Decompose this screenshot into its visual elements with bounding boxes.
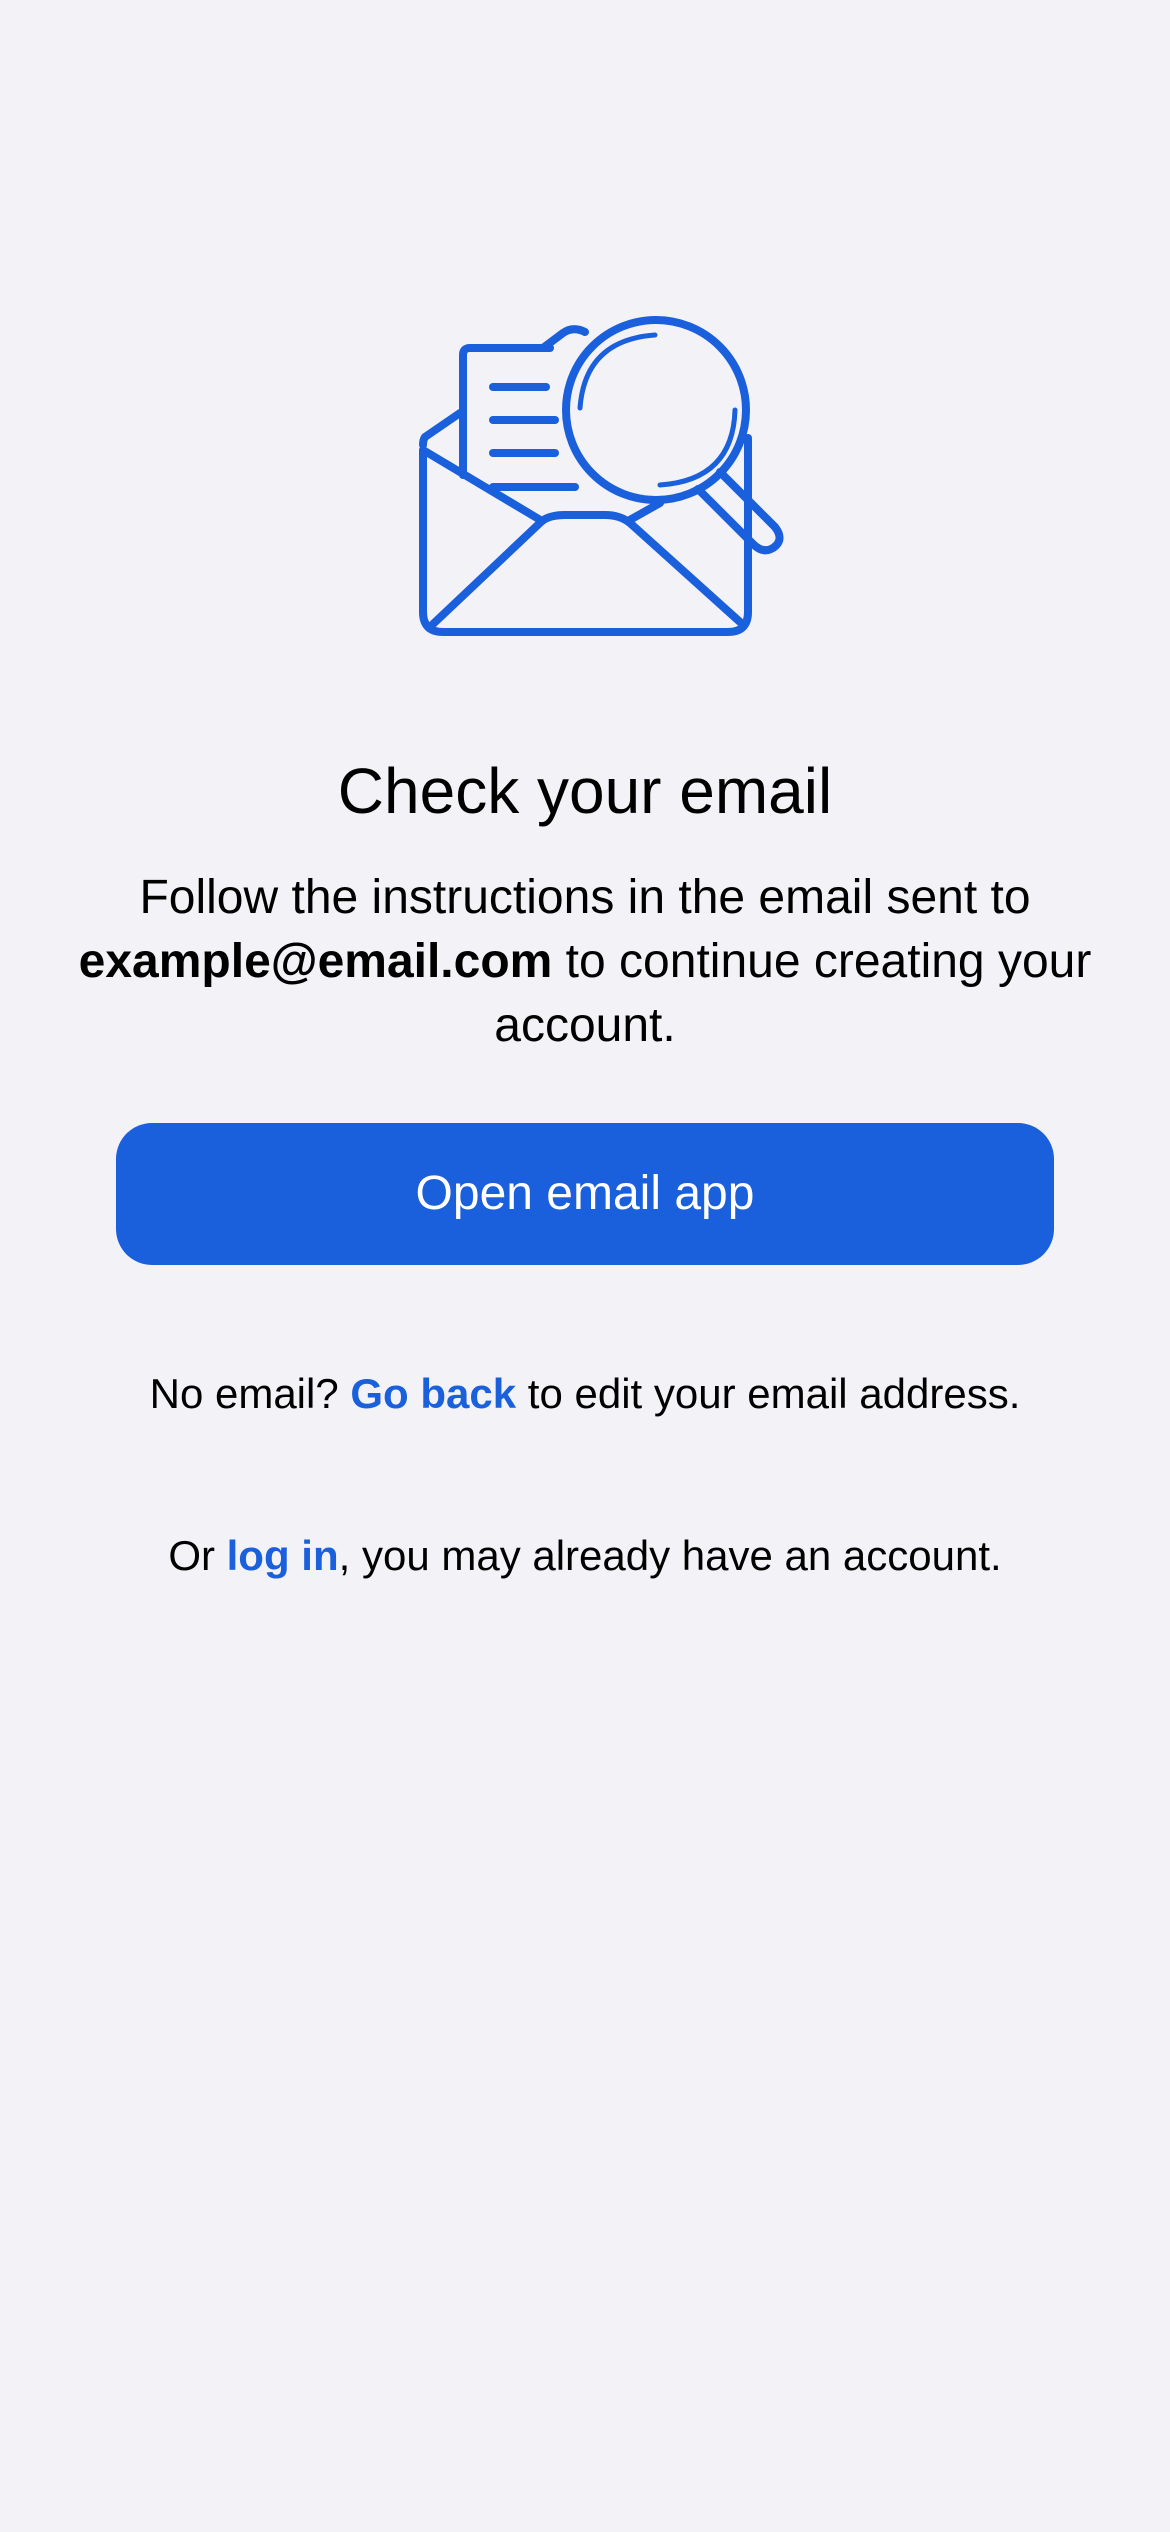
login-prefix: Or: [168, 1532, 227, 1579]
illustration: [405, 300, 805, 650]
log-in-link[interactable]: log in: [227, 1532, 339, 1579]
go-back-link[interactable]: Go back: [350, 1370, 516, 1417]
no-email-text: No email? Go back to edit your email add…: [0, 1364, 1170, 1424]
email-address: example@email.com: [78, 935, 553, 988]
instructions-lead: Follow the instructions in the email sen…: [139, 871, 1031, 924]
instructions-tail: to continue creating your account.: [494, 935, 1092, 1052]
login-text: Or log in, you may already have an accou…: [0, 1526, 1170, 1586]
instructions-text: Follow the instructions in the email sen…: [60, 866, 1110, 1058]
open-email-app-button[interactable]: Open email app: [116, 1123, 1054, 1265]
envelope-magnifier-icon: [419, 316, 784, 636]
check-email-screen: Check your email Follow the instructions…: [0, 0, 1170, 2532]
login-suffix: , you may already have an account.: [338, 1532, 1002, 1579]
no-email-suffix: to edit your email address.: [516, 1370, 1021, 1417]
no-email-prefix: No email?: [149, 1370, 351, 1417]
page-title: Check your email: [337, 755, 833, 827]
